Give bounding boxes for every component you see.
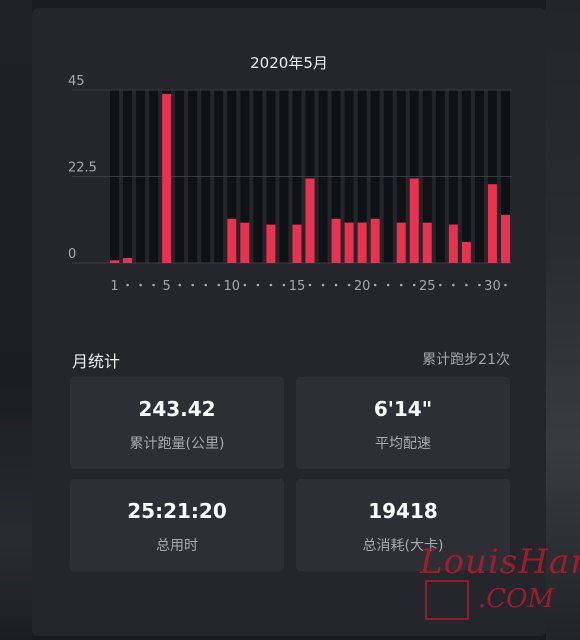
x-tick-dot bbox=[373, 283, 377, 287]
y-tick-label: 22.5 bbox=[68, 161, 97, 176]
x-tick-dot bbox=[217, 283, 221, 287]
day-bar bbox=[162, 93, 172, 263]
day-bar bbox=[110, 260, 120, 263]
stat-label: 平均配速 bbox=[375, 436, 431, 452]
x-tick-label: 30 bbox=[484, 279, 501, 294]
x-tick-dot bbox=[399, 283, 403, 287]
monthly-distance-chart: 4522.501 5 10 15 20 25 30 bbox=[68, 74, 512, 294]
x-tick-dot bbox=[243, 283, 247, 287]
stat-label: 总用时 bbox=[156, 538, 198, 554]
watermark-domain: .COM bbox=[478, 584, 555, 614]
x-tick-dot bbox=[465, 283, 468, 287]
x-tick-label: 25 bbox=[419, 279, 436, 294]
day-bar bbox=[266, 224, 276, 263]
day-bar bbox=[123, 258, 133, 263]
day-bar bbox=[500, 214, 510, 263]
stat-value: 25:21:20 bbox=[127, 499, 227, 523]
x-tick-dot bbox=[439, 283, 442, 287]
stat-value: 19418 bbox=[368, 499, 438, 523]
x-tick-dot bbox=[282, 283, 286, 287]
stat-label: 累计跑量(公里) bbox=[129, 436, 225, 452]
x-tick-dot bbox=[452, 283, 455, 287]
x-tick-label: 5 bbox=[163, 279, 171, 294]
watermark-text: LouisHan bbox=[420, 542, 580, 582]
x-tick-label: 10 bbox=[224, 279, 241, 294]
x-tick-dot bbox=[412, 283, 416, 287]
day-bar bbox=[240, 222, 250, 263]
day-bar bbox=[370, 218, 380, 263]
x-tick-label: 15 bbox=[289, 279, 306, 294]
x-tick-dot bbox=[308, 283, 312, 287]
x-tick-dot bbox=[386, 283, 390, 287]
stat-total-time[interactable]: 25:21:20 总用时 bbox=[70, 479, 284, 571]
x-tick-dot bbox=[178, 283, 181, 287]
x-tick-dot bbox=[504, 283, 507, 287]
day-bar bbox=[292, 224, 302, 263]
day-bar bbox=[344, 222, 354, 263]
x-tick-dot bbox=[204, 283, 208, 287]
stat-value: 243.42 bbox=[138, 397, 216, 421]
x-tick-dot bbox=[191, 283, 195, 287]
x-tick-dot bbox=[126, 283, 129, 287]
x-tick-dot bbox=[334, 283, 338, 287]
y-tick-label: 45 bbox=[68, 74, 85, 89]
total-runs-count: 累计跑步21次 bbox=[422, 352, 510, 368]
background-left bbox=[0, 0, 32, 640]
y-tick-label: 0 bbox=[68, 247, 76, 262]
x-tick-dot bbox=[347, 283, 351, 287]
watermark-seal bbox=[425, 580, 469, 620]
x-tick-dot bbox=[269, 283, 273, 287]
day-bar bbox=[409, 178, 419, 263]
x-tick-dot bbox=[321, 283, 325, 287]
day-bar bbox=[422, 222, 432, 263]
day-bar bbox=[461, 241, 471, 263]
day-bar bbox=[305, 178, 315, 263]
x-tick-dot bbox=[152, 283, 155, 287]
day-bar bbox=[448, 224, 458, 263]
section-title: 月统计 bbox=[72, 352, 121, 371]
x-tick-dot bbox=[139, 283, 142, 287]
x-tick-label: 20 bbox=[354, 279, 371, 294]
stat-average-pace[interactable]: 6'14" 平均配速 bbox=[296, 377, 510, 469]
x-tick-dot bbox=[478, 283, 481, 287]
stat-value: 6'14" bbox=[373, 397, 433, 421]
day-bar bbox=[227, 218, 237, 263]
day-bar bbox=[487, 184, 497, 263]
x-tick-dot bbox=[256, 283, 260, 287]
x-tick-label: 1 bbox=[110, 279, 118, 294]
day-bar bbox=[331, 218, 341, 263]
stat-total-distance[interactable]: 243.42 累计跑量(公里) bbox=[70, 377, 284, 469]
day-bar bbox=[396, 222, 406, 263]
day-bar bbox=[357, 222, 367, 263]
